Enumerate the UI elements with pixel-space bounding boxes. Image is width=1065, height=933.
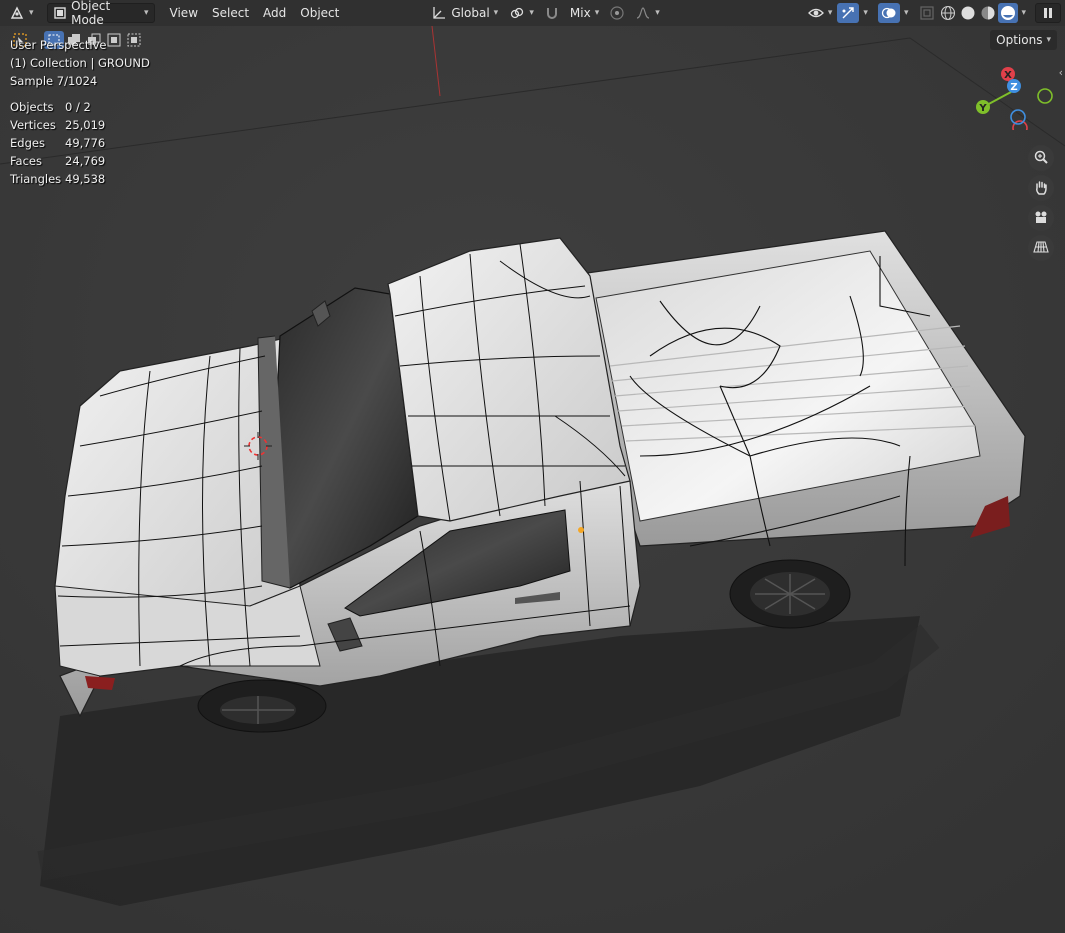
xray-toggle[interactable] <box>916 3 938 23</box>
stat-row: Triangles 49,538 <box>10 170 105 188</box>
viewport-header: ▾ Object Mode ▾ View Select Add Object G… <box>0 0 1065 27</box>
mode-label: Object Mode <box>71 0 111 27</box>
pan-button[interactable] <box>1028 175 1054 201</box>
visibility-select[interactable]: ▾ <box>803 3 838 23</box>
stat-value: 0 / 2 <box>65 100 91 114</box>
shading-solid[interactable] <box>958 3 978 23</box>
shading-rendered[interactable] <box>998 3 1019 23</box>
chevron-down-icon[interactable]: ▾ <box>900 8 913 18</box>
shading-material[interactable] <box>978 3 998 23</box>
chevron-down-icon: ▾ <box>493 8 499 18</box>
snap-mode-select[interactable]: Mix ▾ <box>565 3 604 23</box>
collection-label: (1) Collection | GROUND <box>10 56 150 70</box>
chevron-down-icon[interactable]: ▾ <box>859 8 872 18</box>
stat-row: Vertices 25,019 <box>10 116 105 134</box>
stat-row: Objects 0 / 2 <box>10 98 105 116</box>
chevron-down-icon[interactable]: ▾ <box>1018 8 1029 18</box>
editor-type-icon <box>9 5 25 21</box>
pause-icon <box>1040 5 1056 21</box>
gizmo-z-label: Z <box>1010 82 1017 93</box>
ortho-toggle-button[interactable] <box>1028 235 1054 261</box>
zoom-icon <box>1033 149 1049 168</box>
pause-render-button[interactable] <box>1035 3 1061 23</box>
sample-label: Sample 7/1024 <box>10 74 98 88</box>
pivot-point-select[interactable]: ▾ <box>504 3 539 23</box>
stat-label: Objects <box>10 100 54 114</box>
stat-value: 25,019 <box>65 118 106 132</box>
overlays-icon <box>881 5 897 21</box>
chevron-down-icon: ▾ <box>827 8 833 18</box>
chevron-down-icon: ▾ <box>529 8 534 18</box>
transform-orientation-select[interactable]: Global ▾ <box>426 3 504 23</box>
stat-row: Edges 49,776 <box>10 134 105 152</box>
stat-label: Faces <box>10 154 42 168</box>
snap-label: Mix <box>569 6 591 20</box>
stat-value: 24,769 <box>65 154 106 168</box>
viewport-info: User Perspective (1) Collection | GROUND… <box>10 36 150 90</box>
link-icon <box>509 5 525 21</box>
gizmo-y-label: Y <box>978 103 987 114</box>
menu-object[interactable]: Object <box>293 6 346 20</box>
falloff-curve-icon <box>635 5 651 21</box>
mode-select[interactable]: Object Mode ▾ <box>46 0 155 27</box>
orientation-icon <box>431 5 447 21</box>
object-mode-icon <box>53 5 68 21</box>
eye-icon <box>807 5 824 21</box>
xray-icon <box>919 5 935 21</box>
tool-settings-bar <box>0 26 1065 54</box>
chevron-down-icon: ▾ <box>144 8 149 18</box>
stat-label: Vertices <box>10 118 56 132</box>
hand-icon <box>1033 179 1049 198</box>
rendered-sphere-icon <box>1000 5 1016 21</box>
navigation-tools <box>1028 145 1056 265</box>
menu-select[interactable]: Select <box>205 6 256 20</box>
camera-icon <box>1033 209 1049 228</box>
solid-sphere-icon <box>960 5 976 21</box>
material-sphere-icon <box>980 5 996 21</box>
navigation-gizmo[interactable]: X Y Z <box>965 40 1065 136</box>
snap-toggle[interactable] <box>539 3 565 23</box>
stat-value: 49,538 <box>65 172 106 186</box>
scene-render <box>0 26 1065 933</box>
stat-value: 49,776 <box>65 136 106 150</box>
zoom-button[interactable] <box>1028 145 1054 171</box>
falloff-select[interactable]: ▾ <box>630 3 665 23</box>
menu-view[interactable]: View <box>163 6 205 20</box>
menu-add[interactable]: Add <box>256 6 293 20</box>
chevron-down-icon: ▾ <box>655 8 660 18</box>
gizmo-x-label: X <box>1004 70 1012 81</box>
shading-wireframe[interactable] <box>938 3 958 23</box>
camera-view-button[interactable] <box>1028 205 1054 231</box>
magnet-icon <box>544 5 560 21</box>
proportional-icon <box>609 5 625 21</box>
editor-type-button[interactable]: ▾ <box>4 3 39 23</box>
stat-label: Triangles <box>10 172 62 186</box>
stat-label: Edges <box>10 136 45 150</box>
overlays-toggle[interactable] <box>877 3 900 23</box>
gizmo-toggle[interactable] <box>837 3 860 23</box>
gizmo-icon <box>840 5 856 21</box>
chevron-down-icon: ▾ <box>594 8 600 18</box>
grid-icon <box>1033 239 1049 258</box>
stat-row: Faces 24,769 <box>10 152 105 170</box>
scene-statistics: Objects 0 / 2 Vertices 25,019 Edges 49,7… <box>10 98 105 188</box>
chevron-down-icon: ▾ <box>29 8 34 18</box>
orientation-label: Global <box>451 6 490 20</box>
wireframe-sphere-icon <box>940 5 956 21</box>
proportional-edit-toggle[interactable] <box>604 3 630 23</box>
perspective-label: User Perspective <box>10 38 107 52</box>
3d-viewport[interactable]: Options ▾ <box>0 26 1065 933</box>
